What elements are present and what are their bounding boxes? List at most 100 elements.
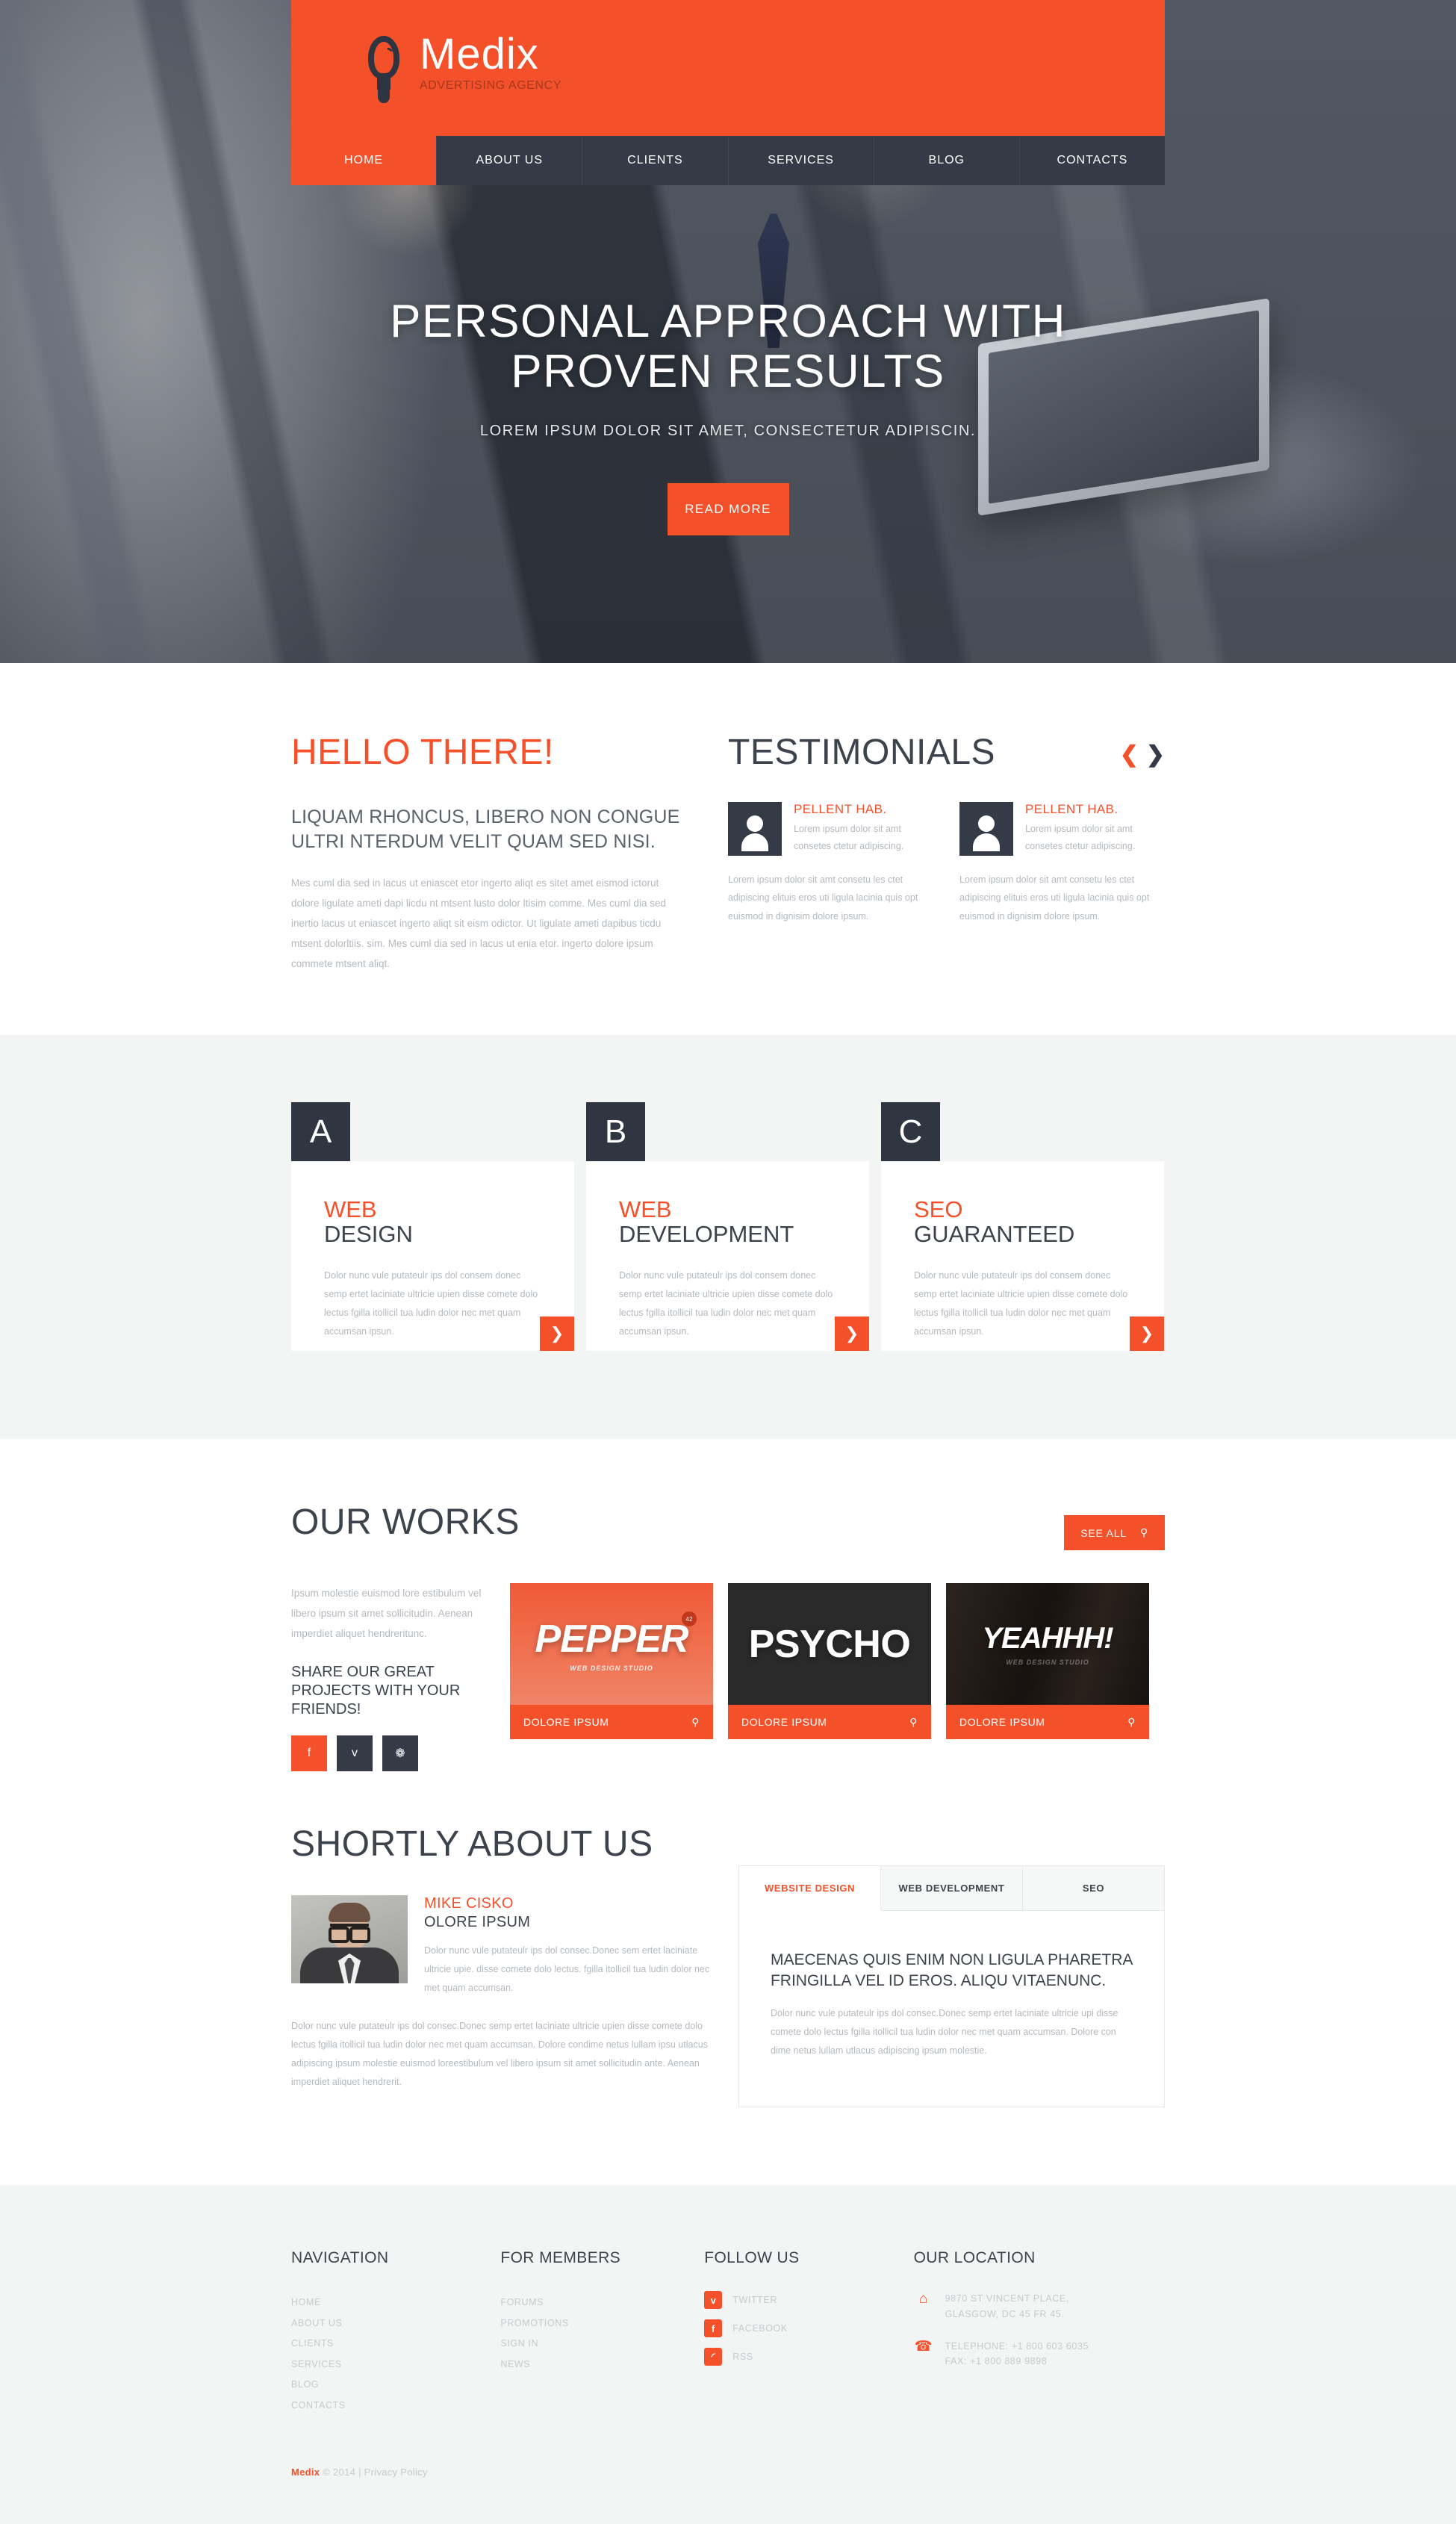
chevron-left-icon[interactable]: ❮ [1120, 744, 1139, 766]
footer-social-twitter[interactable]: ᴠ TWITTER [704, 2291, 913, 2310]
twitter-icon[interactable]: ᴠ [337, 1735, 373, 1771]
service-letter-badge: C [881, 1102, 940, 1161]
footer-link-home[interactable]: HOME [291, 2293, 500, 2313]
search-icon[interactable]: ⚲ [1127, 1716, 1136, 1729]
logo-name: Medix [420, 30, 539, 78]
nav-item-home[interactable]: HOME [291, 136, 437, 185]
about-heading: SHORTLY ABOUT US [291, 1824, 653, 1864]
facebook-icon[interactable]: f [291, 1735, 327, 1771]
service-more-button[interactable]: ❯ [540, 1317, 574, 1351]
work-poster-title: PEPPER [535, 1617, 689, 1661]
footer-social-facebook[interactable]: f FACEBOOK [704, 2319, 913, 2338]
twitter-icon: ᴠ [704, 2291, 723, 2310]
service-more-button[interactable]: ❯ [835, 1317, 869, 1351]
services-section: A WEB DESIGN Dolor nunc vule putateulr i… [0, 1035, 1456, 1439]
nav-item-contacts[interactable]: CONTACTS [1018, 136, 1166, 185]
footer-members-list: FORUMS PROMOTIONS SIGN IN NEWS [500, 2293, 704, 2375]
hello-there-block: HELLO THERE! LIQUAM RHONCUS, LIBERO NON … [291, 735, 728, 974]
copyright-bar: Medix © 2014 | Privacy Policy [291, 2467, 1165, 2524]
service-letter-badge: A [291, 1102, 350, 1161]
footer-link-sign-in[interactable]: SIGN IN [500, 2334, 704, 2354]
search-icon[interactable]: ⚲ [691, 1716, 700, 1729]
footer-social-rss[interactable]: ◜ RSS [704, 2348, 913, 2366]
footer-link-contacts[interactable]: CONTACTS [291, 2396, 500, 2416]
read-more-button[interactable]: READ MORE [667, 482, 789, 535]
page-footer: NAVIGATION HOME ABOUT US CLIENTS SERVICE… [0, 2185, 1456, 2524]
main-navigation: HOME ABOUT US CLIENTS SERVICES BLOG CONT… [291, 136, 1166, 185]
about-extended-text: Dolor nunc vule putateulr ips dol consec… [291, 2021, 708, 2087]
tab-panel-content: MAECENAS QUIS ENIM NON LIGULA PHARETRA F… [739, 1911, 1164, 2107]
work-caption-bar: DOLORE IPSUM ⚲ [728, 1705, 931, 1739]
tab-web-development[interactable]: WEB DEVELOPMENT [880, 1866, 1023, 1911]
dribbble-icon[interactable]: ❁ [382, 1735, 418, 1771]
testimonial-card: PELLENT HAB. Lorem ipsum dolor sit amt c… [959, 802, 1163, 925]
service-title-dark: DESIGN [324, 1221, 413, 1248]
service-title-dark: DEVELOPMENT [619, 1221, 794, 1248]
work-poster-title: PSYCHO [748, 1622, 911, 1666]
testimonial-card: PELLENT HAB. Lorem ipsum dolor sit amt c… [728, 802, 931, 925]
service-card-seo: C SEO GUARANTEED Dolor nunc vule putateu… [881, 1102, 1164, 1351]
logo[interactable]: Medix ADVERTISING AGENCY [364, 33, 562, 105]
service-body: Dolor nunc vule putateulr ips dol consem… [324, 1269, 538, 1337]
copyright-brand: Medix [291, 2467, 320, 2478]
intro-body-text: Mes cuml dia sed in lacus ut eniascet et… [291, 877, 666, 969]
tab-website-design[interactable]: WEBSITE DESIGN [738, 1866, 881, 1911]
footer-location-title: OUR LOCATION [913, 2249, 1036, 2267]
work-caption-bar: DOLORE IPSUM ⚲ [946, 1705, 1149, 1739]
nav-item-blog[interactable]: BLOG [873, 136, 1019, 185]
footer-link-services[interactable]: SERVICES [291, 2354, 500, 2375]
hero-subtitle: LOREM IPSUM DOLOR SIT AMET, CONSECTETUR … [479, 422, 977, 439]
work-card[interactable]: YEAHHH! WEB DESIGN STUDIO DOLORE IPSUM ⚲ [946, 1583, 1149, 1771]
service-title-dark: GUARANTEED [914, 1221, 1075, 1248]
see-all-button[interactable]: SEE ALL ⚲ [1064, 1515, 1165, 1550]
footer-link-news[interactable]: NEWS [500, 2354, 704, 2375]
testimonials-carousel-controls: ❮ ❯ [1120, 744, 1165, 766]
footer-link-forums[interactable]: FORUMS [500, 2293, 704, 2313]
work-card[interactable]: PEPPER WEB DESIGN STUDIO 42 DOLORE IPSUM… [510, 1583, 713, 1771]
tab-seo[interactable]: SEO [1022, 1866, 1164, 1911]
work-poster-subtitle: WEB DESIGN STUDIO [1006, 1659, 1089, 1666]
hero-title-line-2: PROVEN RESULTS [511, 345, 945, 397]
avatar [959, 802, 1013, 856]
footer-social-label: RSS [732, 2352, 753, 2363]
footer-follow-column: FOLLOW US ᴠ TWITTER f FACEBOOK ◜ RSS [704, 2249, 913, 2416]
footer-link-blog[interactable]: BLOG [291, 2375, 500, 2396]
hero-title-line-1: PERSONAL APPROACH WITH [390, 296, 1066, 347]
footer-address-line-2: GLASGOW, DC 45 FR 45. [945, 2309, 1065, 2320]
work-thumbnail: YEAHHH! WEB DESIGN STUDIO [946, 1583, 1149, 1705]
testimonial-quote: Lorem ipsum dolor sit amt consetes ctetu… [794, 824, 904, 852]
testimonials-block: TESTIMONIALS ❮ ❯ PELLENT HAB. Lorem ipsu… [728, 735, 1165, 974]
hero-section: Medix ADVERTISING AGENCY HOME ABOUT US C… [0, 0, 1456, 663]
our-works-section: OUR WORKS SEE ALL ⚲ Ipsum molestie euism… [0, 1439, 1456, 1771]
footer-link-about-us[interactable]: ABOUT US [291, 2313, 500, 2334]
testimonial-author: PELLENT HAB. [794, 802, 887, 816]
nav-item-about-us[interactable]: ABOUT US [436, 136, 582, 185]
nav-item-services[interactable]: SERVICES [727, 136, 874, 185]
search-icon[interactable]: ⚲ [909, 1716, 918, 1729]
service-title-accent: SEO [914, 1196, 963, 1222]
tab-content-text: Dolor nunc vule putateulr ips dol consec… [770, 2008, 1119, 2057]
hero-copy: PERSONAL APPROACH WITH PROVEN RESULTS LO… [0, 296, 1456, 535]
hero-title: PERSONAL APPROACH WITH PROVEN RESULTS [0, 296, 1456, 397]
chevron-right-icon[interactable]: ❯ [1146, 744, 1165, 766]
footer-location-column: OUR LOCATION ⌂ 9870 ST VINCENT PLACE, GL… [914, 2249, 1165, 2416]
home-icon: ⌂ [918, 2291, 928, 2307]
footer-follow-title: FOLLOW US [704, 2249, 800, 2267]
our-works-heading: OUR WORKS [291, 1502, 520, 1542]
service-more-button[interactable]: ❯ [1130, 1317, 1164, 1351]
works-intro-text: Ipsum molestie euismod lore estibulum ve… [291, 1588, 482, 1639]
social-share-row: f ᴠ ❁ [291, 1735, 495, 1771]
logo-tagline: ADVERTISING AGENCY [420, 79, 562, 92]
nav-item-clients[interactable]: CLIENTS [582, 136, 728, 185]
services-list: A WEB DESIGN Dolor nunc vule putateulr i… [291, 1102, 1165, 1351]
copyright-text: © 2014 | Privacy Policy [320, 2467, 428, 2478]
footer-social-list: ᴠ TWITTER f FACEBOOK ◜ RSS [704, 2291, 913, 2366]
services-tabs-panel: WEBSITE DESIGN WEB DEVELOPMENT SEO MAECE… [738, 1865, 1165, 2108]
hello-there-heading: HELLO THERE! [291, 733, 554, 772]
work-card[interactable]: PSYCHO DOLORE IPSUM ⚲ [728, 1583, 931, 1771]
footer-link-clients[interactable]: CLIENTS [291, 2334, 500, 2354]
footer-phone-item: ☎ TELEPHONE: +1 800 603 6035 FAX: +1 800… [914, 2339, 1165, 2369]
header-bar: Medix ADVERTISING AGENCY [291, 0, 1165, 136]
footer-link-promotions[interactable]: PROMOTIONS [500, 2313, 704, 2334]
testimonial-quote: Lorem ipsum dolor sit amt consetes ctetu… [1025, 824, 1136, 852]
